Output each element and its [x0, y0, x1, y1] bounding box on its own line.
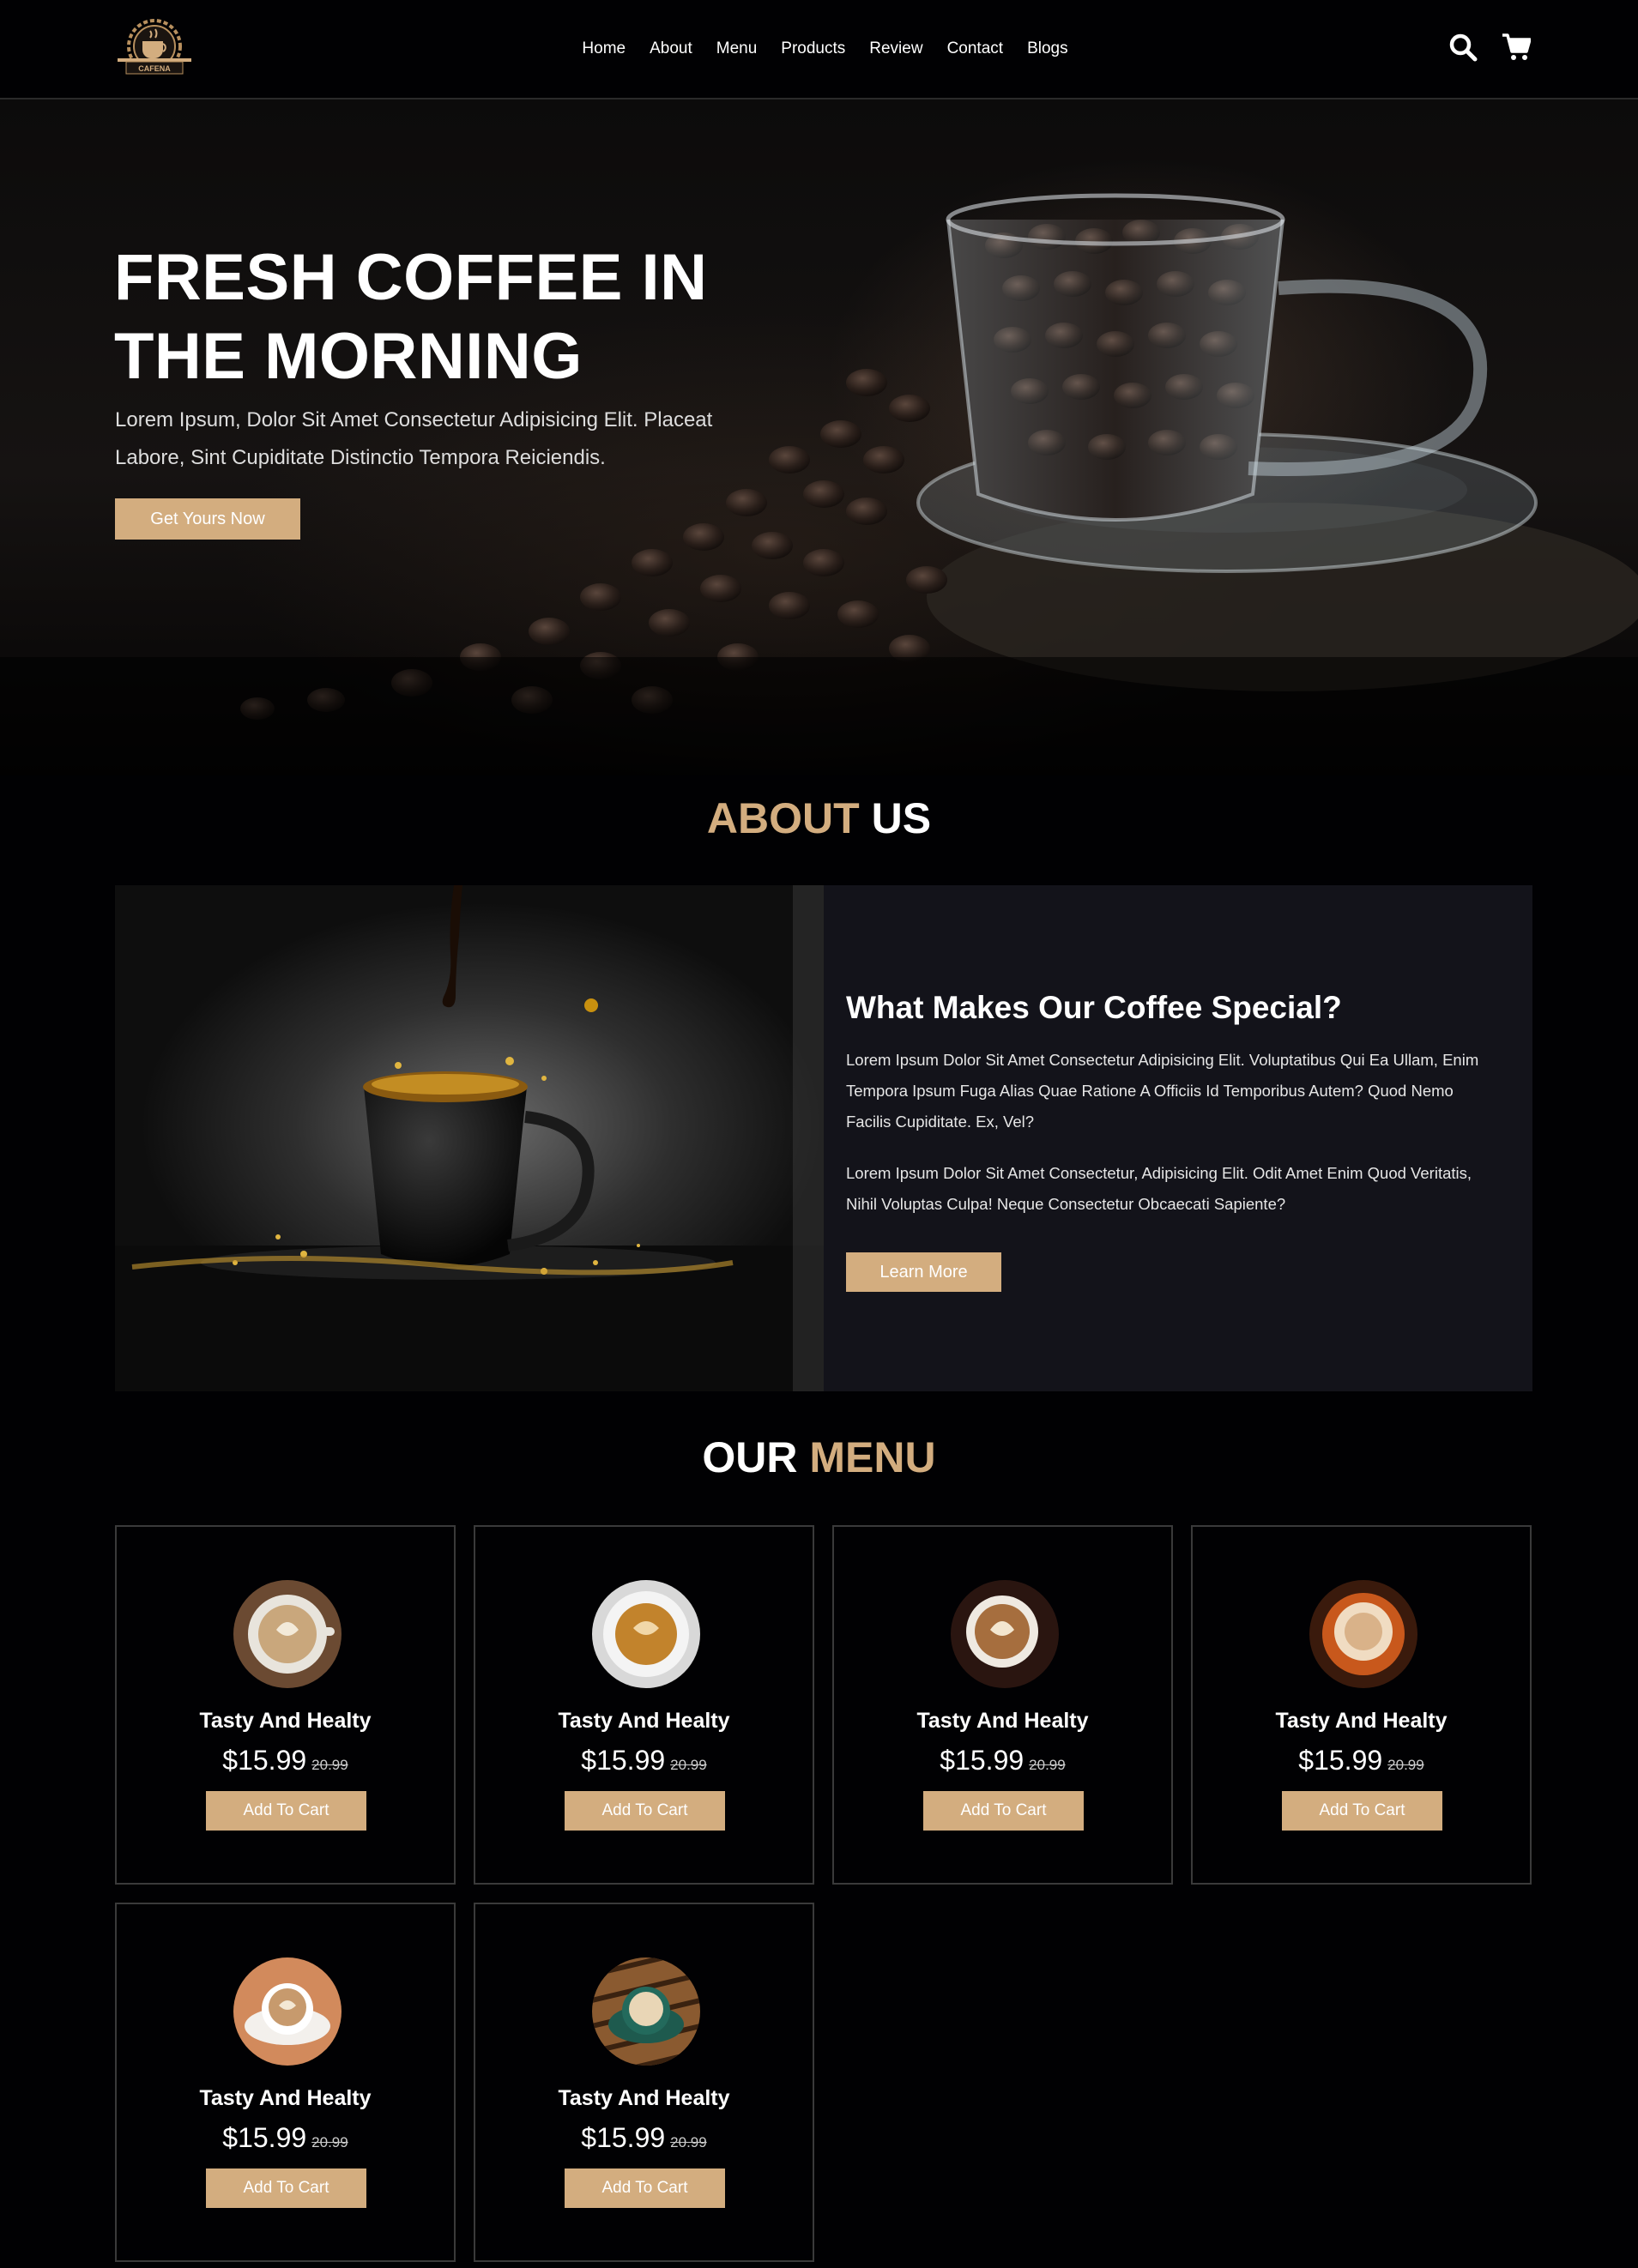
nav-products[interactable]: Products — [781, 39, 845, 58]
old-price: 20.99 — [670, 2134, 707, 2150]
menu-card: Tasty And Healty $15.99 20.99 Add To Cart — [115, 1903, 456, 2262]
about-paragraph-2: Lorem Ipsum Dolor Sit Amet Consectetur, … — [846, 1164, 1472, 1213]
about-paragraph-1: Lorem Ipsum Dolor Sit Amet Consectetur A… — [846, 1051, 1479, 1131]
nav-about[interactable]: About — [650, 39, 692, 58]
current-price: $15.99 — [581, 1745, 666, 1776]
about-content: What Makes Our Coffee Special? Lorem Ips… — [824, 885, 1532, 1391]
add-to-cart-button[interactable]: Add To Cart — [923, 1791, 1084, 1831]
about-heading: What Makes Our Coffee Special? — [846, 990, 1342, 1025]
nav-blogs[interactable]: Blogs — [1027, 39, 1068, 58]
old-price: 20.99 — [311, 1757, 348, 1773]
add-to-cart-button[interactable]: Add To Cart — [206, 2168, 366, 2208]
menu-item-name: Tasty And Healty — [199, 1709, 372, 1733]
about-title-rest: Us — [871, 794, 932, 842]
nav-home[interactable]: Home — [582, 39, 626, 58]
hero-text: Lorem Ipsum, Dolor Sit Amet Consectetur … — [115, 408, 713, 469]
add-to-cart-button[interactable]: Add To Cart — [206, 1791, 366, 1831]
menu-card: Tasty And Healty $15.99 20.99 Add To Cart — [474, 1525, 814, 1885]
green-cup-cappuccino-thumbnail — [592, 1957, 700, 2066]
menu-item-price: $15.99 20.99 — [475, 1745, 813, 1776]
latte-art-thumbnail — [233, 1580, 342, 1688]
coffee-pour-image — [115, 885, 824, 1391]
search-icon[interactable] — [1448, 33, 1478, 62]
menu-item-price: $15.99 20.99 — [117, 2122, 454, 2154]
menu-item-price: $15.99 20.99 — [475, 2122, 813, 2154]
about-section: What Makes Our Coffee Special? Lorem Ips… — [115, 885, 1532, 1391]
old-price: 20.99 — [1029, 1757, 1066, 1773]
about-title-accent: About — [706, 794, 860, 842]
learn-more-button[interactable]: Learn More — [846, 1252, 1001, 1292]
menu-title-accent: Menu — [809, 1433, 936, 1481]
old-price: 20.99 — [311, 2134, 348, 2150]
menu-item-name: Tasty And Healty — [916, 1709, 1089, 1733]
menu-item-price: $15.99 20.99 — [834, 1745, 1171, 1776]
site-header: CAFENA Home About Menu Products Review C… — [0, 0, 1638, 100]
current-price: $15.99 — [1298, 1745, 1383, 1776]
nav-review[interactable]: Review — [869, 39, 922, 58]
cart-icon[interactable] — [1502, 33, 1531, 62]
menu-item-name: Tasty And Healty — [558, 2086, 730, 2110]
menu-card: Tasty And Healty $15.99 20.99 Add To Cart — [1191, 1525, 1532, 1885]
current-price: $15.99 — [222, 1745, 307, 1776]
header-icons — [1448, 33, 1531, 62]
main-nav: Home About Menu Products Review Contact … — [0, 0, 1638, 98]
nav-menu[interactable]: Menu — [716, 39, 758, 58]
menu-item-price: $15.99 20.99 — [1193, 1745, 1530, 1776]
old-price: 20.99 — [670, 1757, 707, 1773]
menu-item-name: Tasty And Healty — [199, 2086, 372, 2110]
current-price: $15.99 — [581, 2122, 666, 2153]
cappuccino-thumbnail — [951, 1580, 1059, 1688]
menu-card: Tasty And Healty $15.99 20.99 Add To Cart — [832, 1525, 1173, 1885]
menu-card: Tasty And Healty $15.99 20.99 Add To Cart — [115, 1525, 456, 1885]
old-price: 20.99 — [1387, 1757, 1424, 1773]
add-to-cart-button[interactable]: Add To Cart — [565, 2168, 725, 2208]
espresso-crema-thumbnail — [592, 1580, 700, 1688]
menu-card: Tasty And Healty $15.99 20.99 Add To Cart — [474, 1903, 814, 2262]
current-price: $15.99 — [222, 2122, 307, 2153]
hero-title: Fresh Coffee In The Morning — [114, 241, 708, 393]
menu-item-name: Tasty And Healty — [1275, 1709, 1448, 1733]
menu-item-price: $15.99 20.99 — [117, 1745, 454, 1776]
current-price: $15.99 — [940, 1745, 1025, 1776]
hero-section: Fresh Coffee In The Morning Lorem Ipsum,… — [0, 100, 1638, 775]
menu-title-rest: Our — [702, 1433, 798, 1481]
orange-cup-latte-thumbnail — [1309, 1580, 1417, 1688]
white-cup-latte-thumbnail — [233, 1957, 342, 2066]
add-to-cart-button[interactable]: Add To Cart — [565, 1791, 725, 1831]
get-yours-now-button[interactable]: Get Yours Now — [115, 498, 300, 540]
nav-contact[interactable]: Contact — [947, 39, 1003, 58]
about-section-title: About Us — [0, 793, 1638, 843]
add-to-cart-button[interactable]: Add To Cart — [1282, 1791, 1442, 1831]
menu-item-name: Tasty And Healty — [558, 1709, 730, 1733]
menu-section-title: Our Menu — [0, 1433, 1638, 1482]
